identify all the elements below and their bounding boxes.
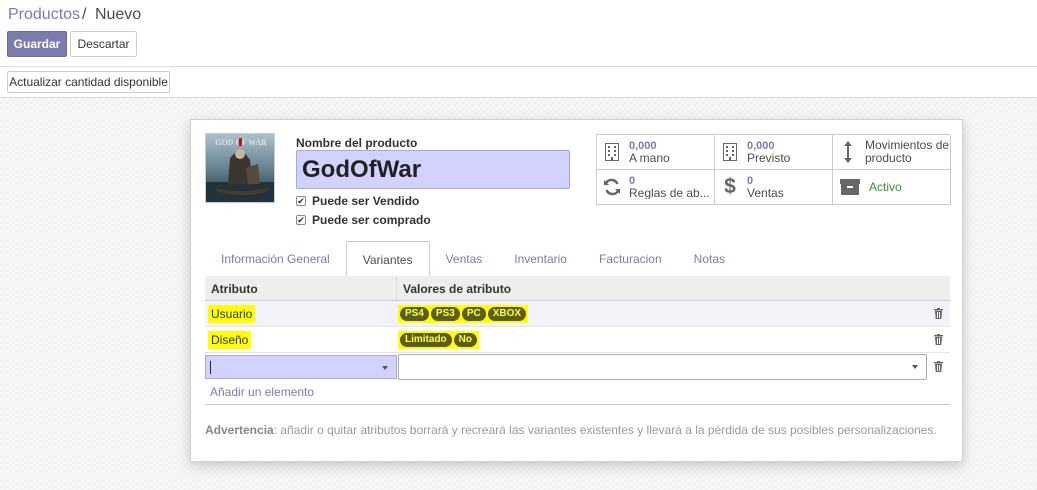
discard-button[interactable]: Descartar xyxy=(70,31,137,57)
column-header-attribute[interactable]: Atributo xyxy=(205,276,397,300)
chevron-down-icon[interactable] xyxy=(912,364,919,369)
attribute-select[interactable] xyxy=(205,354,397,379)
column-header-values[interactable]: Valores de atributo xyxy=(397,276,927,300)
table-row[interactable]: Usuario PS4 PS3 PC XBOX xyxy=(205,301,950,327)
can-be-purchased-checkbox[interactable]: ✔ xyxy=(296,215,306,225)
forecasted-label: Previsto xyxy=(747,152,791,164)
chevron-down-icon[interactable] xyxy=(381,365,388,370)
value-tag[interactable]: Limitado xyxy=(400,332,452,347)
reordering-rules-button[interactable]: 0 Reglas de ab... xyxy=(597,170,715,205)
product-cover-art: GOD OF WAR xyxy=(206,134,274,202)
control-panel: Productos / Nuevo Guardar Descartar xyxy=(0,0,1037,67)
form-statusbar: Actualizar cantidad disponible xyxy=(0,67,1037,98)
forecasted-button[interactable]: 0,000 Previsto xyxy=(715,135,833,170)
on-hand-label: A mano xyxy=(629,152,670,164)
attribute-name: Diseño xyxy=(208,330,252,349)
variants-warning: Advertencia: añadir o quitar atributos b… xyxy=(205,423,937,437)
tab-general-information[interactable]: Información General xyxy=(205,241,346,277)
save-button[interactable]: Guardar xyxy=(7,31,67,57)
attributes-table: Atributo Valores de atributo Usuario PS4… xyxy=(205,276,950,405)
forecasted-value: 0,000 xyxy=(747,140,775,152)
product-name-input[interactable]: GodOfWar xyxy=(296,150,570,189)
tab-inventory[interactable]: Inventario xyxy=(498,241,583,277)
on-hand-value: 0,000 xyxy=(629,140,657,152)
value-tag[interactable]: No xyxy=(453,332,478,347)
building-icon xyxy=(603,141,621,163)
product-moves-button[interactable]: Movimientos de producto xyxy=(833,135,951,170)
can-be-sold-checkbox[interactable]: ✔ xyxy=(296,196,306,206)
table-header: Atributo Valores de atributo xyxy=(205,276,950,301)
on-hand-button[interactable]: 0,000 A mano xyxy=(597,135,715,170)
text-cursor xyxy=(210,360,211,374)
trash-icon[interactable] xyxy=(927,334,950,345)
can-be-sold-row: ✔ Puede ser Vendido xyxy=(296,194,419,208)
dollar-icon: $ xyxy=(724,175,736,198)
product-name-label: Nombre del producto xyxy=(296,136,418,150)
sales-button[interactable]: $ 0 Ventas xyxy=(715,170,833,205)
notebook-tabs: Información General Variantes Ventas Inv… xyxy=(205,241,950,278)
smart-buttons: 0,000 A mano 0,000 Previsto Movimientos … xyxy=(596,134,951,205)
sales-value: 0 xyxy=(747,175,754,187)
update-quantity-button[interactable]: Actualizar cantidad disponible xyxy=(7,71,170,93)
breadcrumb-current: Nuevo xyxy=(94,6,142,23)
sales-label: Ventas xyxy=(747,187,784,199)
tab-notes[interactable]: Notas xyxy=(678,241,741,277)
attribute-values-select[interactable] xyxy=(397,353,928,380)
trash-icon[interactable] xyxy=(927,308,950,319)
product-image[interactable]: GOD OF WAR xyxy=(205,133,275,203)
attribute-name: Usuario xyxy=(208,304,256,323)
tab-invoicing[interactable]: Facturacion xyxy=(583,241,678,277)
form-sheet: GOD OF WAR Nombre del producto GodOfWar … xyxy=(190,119,963,462)
reordering-rules-label: Reglas de ab... xyxy=(629,187,710,199)
breadcrumb-parent-link[interactable]: Productos xyxy=(8,6,80,23)
attribute-values: PS4 PS3 PC XBOX xyxy=(398,304,529,323)
can-be-purchased-label: Puede ser comprado xyxy=(312,213,431,227)
value-tag[interactable]: PC xyxy=(461,306,486,321)
can-be-purchased-row: ✔ Puede ser comprado xyxy=(296,213,431,227)
arrows-vertical-icon xyxy=(839,141,857,163)
breadcrumb-separator: / xyxy=(82,6,87,23)
add-line-link[interactable]: Añadir un elemento xyxy=(205,380,950,405)
table-row[interactable]: Diseño Limitado No xyxy=(205,327,950,353)
tab-variants[interactable]: Variantes xyxy=(345,241,430,278)
warning-prefix: Advertencia xyxy=(205,423,274,437)
value-tag[interactable]: PS4 xyxy=(400,306,429,321)
archive-icon xyxy=(839,176,861,198)
warning-text: : añadir o quitar atributos borrará y re… xyxy=(273,423,937,437)
tab-sales[interactable]: Ventas xyxy=(430,241,499,277)
trash-icon[interactable] xyxy=(927,361,950,372)
building-icon xyxy=(721,141,739,163)
value-tag[interactable]: XBOX xyxy=(487,306,527,321)
attribute-values: Limitado No xyxy=(398,330,480,349)
active-label: Activo xyxy=(869,181,902,193)
value-tag[interactable]: PS3 xyxy=(430,306,460,321)
table-row-editing xyxy=(205,353,950,380)
reordering-rules-value: 0 xyxy=(629,175,636,187)
can-be-sold-label: Puede ser Vendido xyxy=(312,194,420,208)
refresh-icon xyxy=(603,176,621,198)
active-toggle-button[interactable]: Activo xyxy=(833,170,951,205)
product-moves-label: Movimientos de producto xyxy=(865,139,950,165)
breadcrumb: Productos / Nuevo xyxy=(8,6,141,24)
